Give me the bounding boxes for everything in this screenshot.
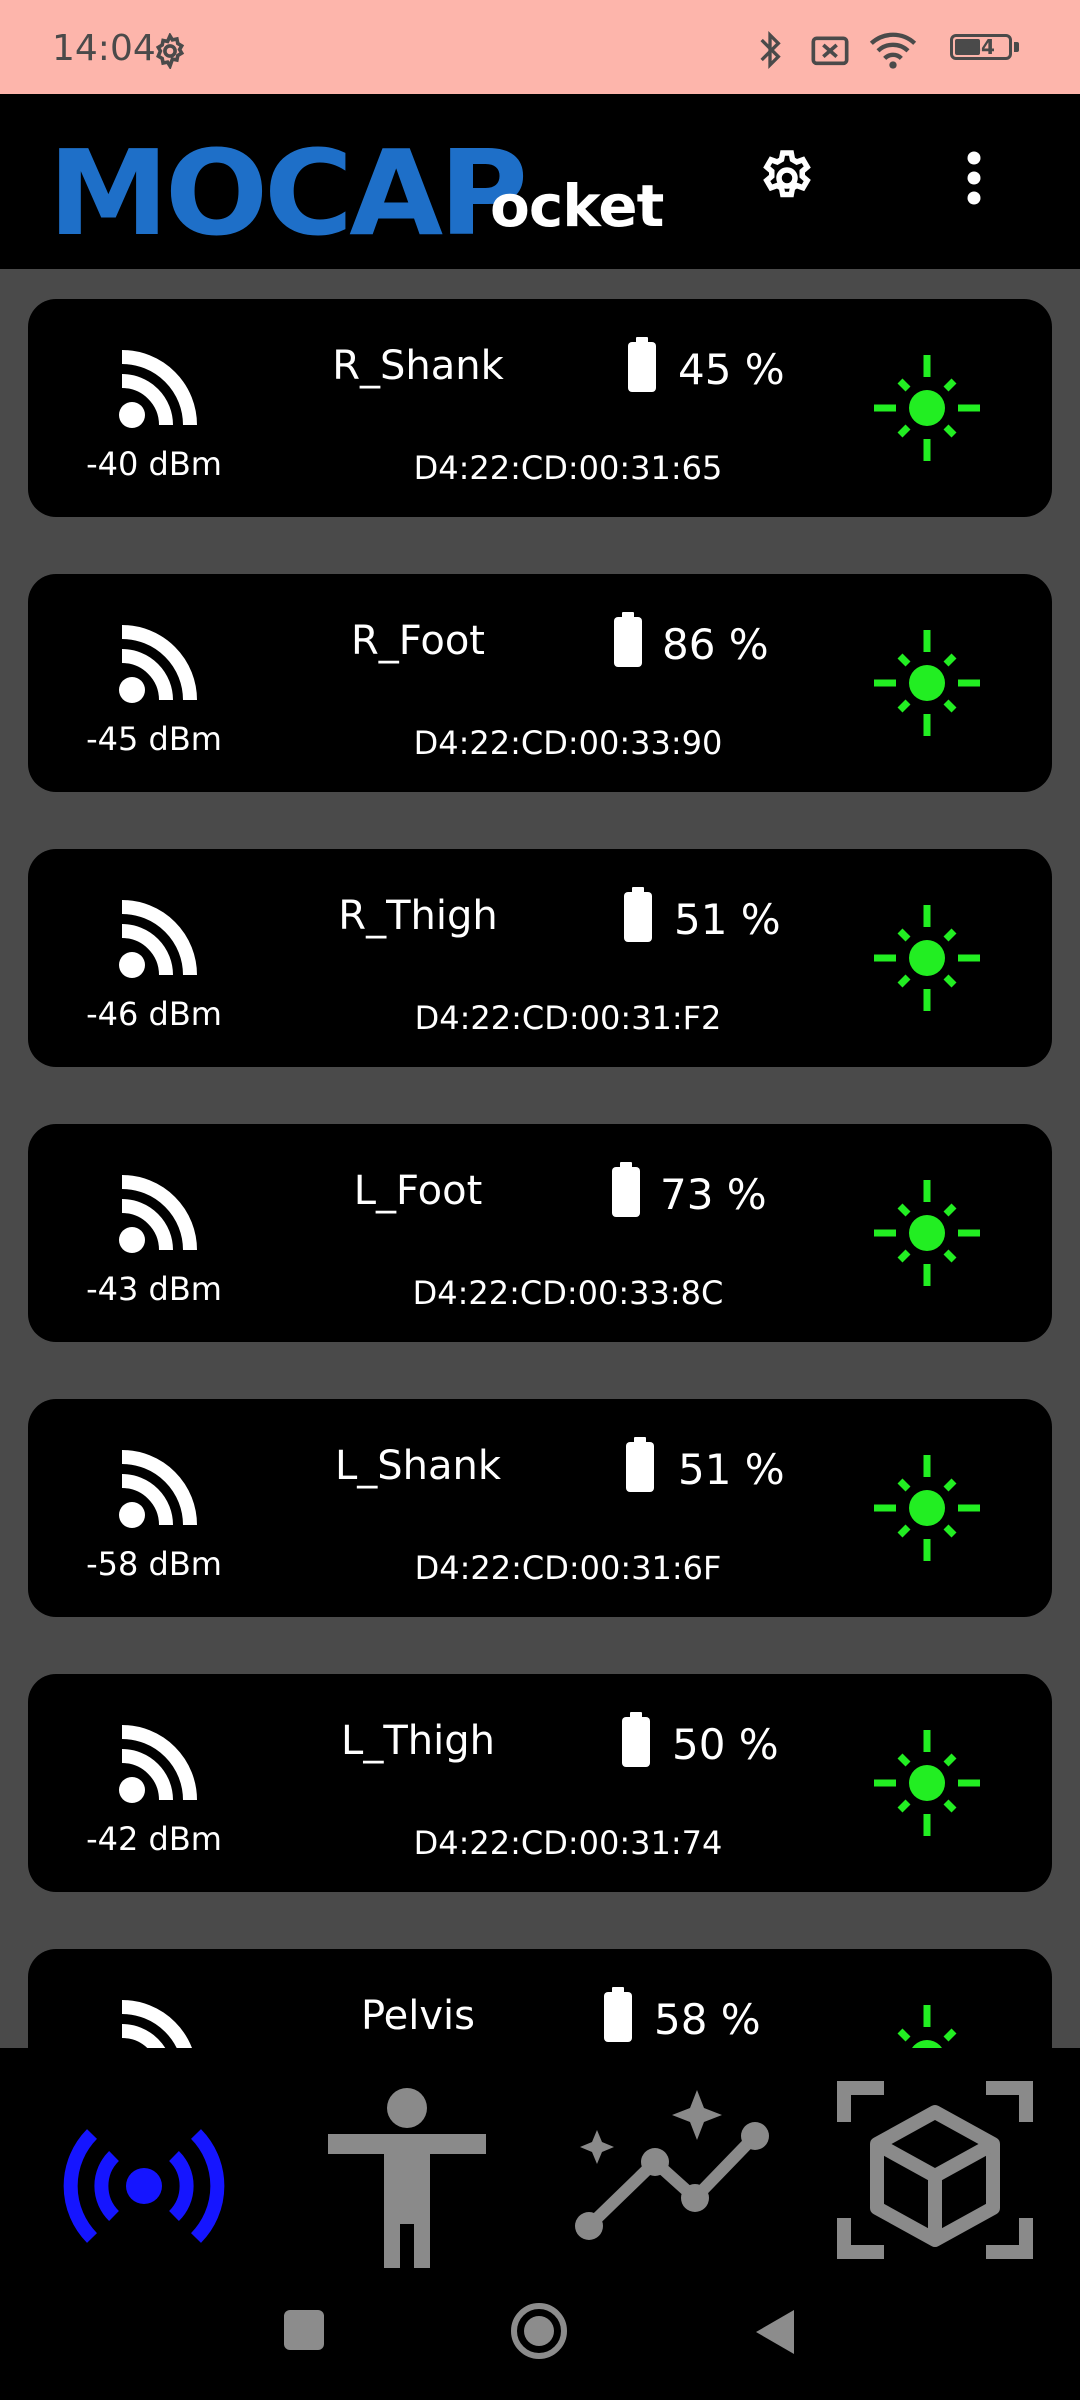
screen-record-icon: [811, 36, 849, 66]
mac-address: D4:22:CD:00:31:74: [413, 1824, 723, 1862]
sensor-card[interactable]: -45 dBm R_Foot 86 % D4:22:CD:00:33:90: [28, 574, 1052, 792]
signal-strength-icon: [119, 625, 197, 703]
locate-sensor-icon[interactable]: [872, 2003, 982, 2048]
rssi-value: -43 dBm: [86, 1270, 222, 1308]
body-pose-icon: [328, 2088, 486, 2270]
more-vert-icon[interactable]: [956, 148, 992, 208]
battery-value: 73 %: [660, 1170, 767, 1219]
mac-address: D4:22:CD:00:31:65: [413, 449, 723, 487]
signal-strength-icon: [119, 1725, 197, 1803]
nav-sensors[interactable]: [40, 2068, 250, 2268]
sensor-card[interactable]: -42 dBm L_Thigh 50 % D4:22:CD:00:31:74: [28, 1674, 1052, 1892]
status-bar: 14:04 44: [0, 0, 1080, 94]
locate-sensor-icon[interactable]: [872, 1453, 982, 1563]
sensor-name: R_Thigh: [338, 893, 498, 939]
locate-sensor-icon[interactable]: [872, 353, 982, 463]
sensor-name: R_Foot: [350, 618, 485, 664]
sensor-name: R_Shank: [332, 343, 504, 389]
back-triangle-icon[interactable]: [752, 2308, 796, 2356]
battery-level: 44: [967, 35, 995, 59]
sensor-card[interactable]: -58 dBm L_Shank 51 % D4:22:CD:00:31:6F: [28, 1399, 1052, 1617]
logo-suffix: ocket: [490, 172, 664, 240]
sensor-card[interactable]: -40 dBm R_Shank 45 % D4:22:CD:00:31:65: [28, 299, 1052, 517]
rssi-value: -58 dBm: [86, 1545, 222, 1583]
locate-sensor-icon[interactable]: [872, 1178, 982, 1288]
signal-strength-icon: [119, 1175, 197, 1253]
mac-address: D4:22:CD:00:31:6F: [414, 1549, 722, 1587]
logo-main: MOCAP: [48, 124, 528, 262]
battery-value: 51 %: [678, 1445, 785, 1494]
battery-icon: 44: [950, 34, 1022, 64]
mac-address: D4:22:CD:00:31:F2: [414, 999, 722, 1037]
rssi-value: -42 dBm: [86, 1820, 222, 1858]
battery-icon: [622, 1712, 650, 1767]
analytics-sparkle-icon: [575, 2090, 769, 2240]
rssi-value: -46 dBm: [86, 995, 222, 1033]
sensor-name: L_Foot: [353, 1168, 483, 1214]
battery-icon: [624, 887, 652, 942]
mac-address: D4:22:CD:00:33:90: [413, 724, 723, 762]
battery-value: 51 %: [674, 895, 781, 944]
nav-body-pose[interactable]: [302, 2068, 512, 2270]
battery-icon: [604, 1987, 632, 2042]
nav-analytics[interactable]: [565, 2068, 775, 2268]
status-time: 14:04: [52, 28, 156, 69]
rssi-value: -40 dBm: [86, 445, 222, 483]
settings-gear-icon: [155, 33, 185, 69]
nav-3d-view[interactable]: [830, 2068, 1040, 2268]
sensor-list[interactable]: -40 dBm R_Shank 45 % D4:22:CD:00:31:65 -45 d…: [0, 269, 1080, 2048]
system-nav: [0, 2268, 1080, 2400]
battery-icon: [626, 1437, 654, 1492]
locate-sensor-icon[interactable]: [872, 1728, 982, 1838]
battery-icon: [628, 337, 656, 392]
app-logo: MOCAP ocket: [48, 124, 668, 262]
recents-square-icon[interactable]: [282, 2308, 326, 2352]
3d-view-cube-icon: [837, 2081, 1033, 2259]
battery-value: 86 %: [662, 620, 769, 669]
mac-address: D4:22:CD:00:33:8C: [412, 1274, 724, 1312]
sensor-card[interactable]: Pelvis 58 %: [28, 1949, 1052, 2048]
bottom-nav: [0, 2048, 1080, 2270]
wifi-icon: [869, 32, 917, 69]
home-circle-icon[interactable]: [510, 2302, 568, 2360]
battery-icon: [614, 612, 642, 667]
signal-strength-icon: [119, 1450, 197, 1528]
signal-strength-icon: [119, 350, 197, 428]
locate-sensor-icon[interactable]: [872, 628, 982, 738]
rssi-value: -45 dBm: [86, 720, 222, 758]
signal-strength-icon: [119, 900, 197, 978]
sensor-name: Pelvis: [360, 1993, 476, 2039]
battery-value: 50 %: [672, 1720, 779, 1769]
bluetooth-icon: [760, 30, 781, 70]
locate-sensor-icon[interactable]: [872, 903, 982, 1013]
battery-value: 58 %: [654, 1995, 761, 2044]
signal-strength-icon: [121, 2000, 192, 2048]
app-bar: MOCAP ocket: [0, 94, 1080, 269]
sensor-name: L_Thigh: [341, 1718, 495, 1764]
sensor-card[interactable]: -46 dBm R_Thigh 51 % D4:22:CD:00:31:F2: [28, 849, 1052, 1067]
battery-value: 45 %: [678, 345, 785, 394]
battery-icon: [612, 1162, 640, 1217]
sensors-broadcast-icon: [63, 2129, 225, 2243]
settings-icon[interactable]: [757, 148, 817, 208]
sensor-name: L_Shank: [334, 1443, 502, 1489]
sensor-card[interactable]: -43 dBm L_Foot 73 % D4:22:CD:00:33:8C: [28, 1124, 1052, 1342]
